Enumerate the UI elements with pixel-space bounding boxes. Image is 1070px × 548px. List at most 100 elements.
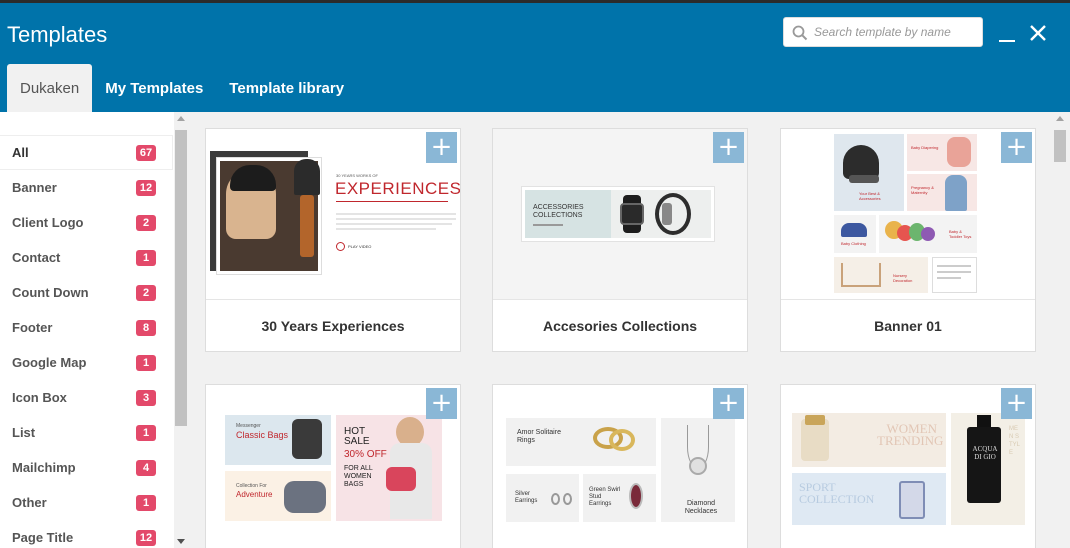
content-scrollbar[interactable] — [1052, 112, 1068, 548]
category-icon-box[interactable]: Icon Box 3 — [0, 381, 172, 414]
tab-dukaken[interactable]: Dukaken — [7, 64, 93, 112]
category-contact[interactable]: Contact 1 — [0, 241, 172, 274]
category-page-title[interactable]: Page Title 12 — [0, 521, 172, 548]
thumb-text: Adventure — [236, 490, 273, 499]
count-badge: 8 — [136, 320, 156, 336]
thumb-text: Classic Bags — [236, 430, 289, 440]
category-count-down[interactable]: Count Down 2 — [0, 276, 172, 309]
thumb-text: Baby Clothing — [841, 241, 866, 246]
category-label: List — [12, 425, 36, 440]
search-icon — [792, 25, 808, 41]
category-sidebar: All 67 Banner 12 Client Logo 2 Contact 1 Cou… — [0, 112, 174, 548]
template-card[interactable]: Messenger Classic Bags HOT SALE 30% OFF … — [205, 384, 461, 548]
thumb-text: MEN STYLE — [1009, 426, 1021, 456]
template-thumbnail: 30 YEARS WORKS OF EXPERIENCES PLAY VIDEO — [206, 129, 460, 299]
thumb-text: FOR ALL WOMEN BAGS — [344, 465, 373, 488]
template-name: Banner 01 — [781, 299, 1035, 351]
count-badge: 3 — [136, 390, 156, 406]
thumb-text: Green Swirl Stud Earrings — [589, 487, 621, 507]
tab-template-library[interactable]: Template library — [216, 64, 357, 112]
thumb-text: 30 YEARS WORKS OF — [336, 173, 378, 178]
scroll-up-icon[interactable] — [177, 116, 185, 121]
category-label: Client Logo — [12, 215, 84, 230]
modal-header: Templates Dukaken My Templates Template … — [0, 3, 1070, 112]
thumb-text: Amor Solitaire Rings — [517, 429, 561, 444]
template-thumbnail: ACCESSORIES COLLECTIONS — [493, 129, 747, 299]
category-label: Google Map — [12, 355, 87, 370]
template-thumbnail: Amor Solitaire Rings Diamond Necklaces S… — [493, 385, 747, 548]
insert-template-button[interactable]: + — [426, 388, 457, 419]
thumb-text: HOT SALE — [344, 426, 370, 447]
template-card[interactable]: WOMEN TRENDING SPORT COLLECTION ACQUA DI… — [780, 384, 1036, 548]
template-card[interactable]: Amor Solitaire Rings Diamond Necklaces S… — [492, 384, 748, 548]
scroll-up-icon[interactable] — [1056, 116, 1064, 121]
category-label: Contact — [12, 250, 61, 265]
category-banner[interactable]: Banner 12 — [0, 171, 172, 204]
tab-my-templates[interactable]: My Templates — [92, 64, 216, 112]
thumb-text: 30% OFF — [344, 449, 387, 460]
thumb-text: PLAY VIDEO — [348, 244, 372, 249]
template-thumbnail: WOMEN TRENDING SPORT COLLECTION ACQUA DI… — [781, 385, 1035, 548]
insert-template-button[interactable]: + — [426, 132, 457, 163]
category-mailchimp[interactable]: Mailchimp 4 — [0, 451, 172, 484]
category-label: Footer — [12, 320, 53, 335]
category-label: Count Down — [12, 285, 89, 300]
category-all[interactable]: All 67 — [0, 136, 172, 169]
category-list[interactable]: List 1 — [0, 416, 172, 449]
thumb-text: Baby Diapering — [911, 145, 939, 150]
count-badge: 4 — [136, 460, 156, 476]
thumb-text: Silver Earrings — [515, 491, 538, 504]
category-footer[interactable]: Footer 8 — [0, 311, 172, 344]
category-google-map[interactable]: Google Map 1 — [0, 346, 172, 379]
insert-template-button[interactable]: + — [1001, 132, 1032, 163]
template-name: Accesories Collections — [493, 299, 747, 351]
scrollbar-thumb[interactable] — [1054, 130, 1066, 162]
thumb-text: Pregnancy & Maternity — [911, 185, 934, 195]
category-label: Banner — [12, 180, 57, 195]
close-button[interactable] — [1026, 21, 1050, 45]
count-badge: 2 — [136, 215, 156, 231]
templates-modal: Templates Dukaken My Templates Template … — [0, 3, 1070, 548]
thumb-text: ACQUA DI GIO — [972, 445, 998, 461]
scrollbar-thumb[interactable] — [175, 130, 187, 426]
thumb-text: Baby & Toddler Toys — [949, 229, 972, 239]
thumb-text: Diamond Necklaces — [684, 500, 718, 515]
category-other[interactable]: Other 1 — [0, 486, 172, 519]
category-client-logo[interactable]: Client Logo 2 — [0, 206, 172, 239]
close-icon — [1030, 25, 1046, 41]
minimize-icon — [999, 40, 1015, 42]
thumb-text: Nursery Decoration — [893, 273, 913, 283]
scroll-down-icon[interactable] — [177, 539, 185, 544]
thumb-text: SPORT COLLECTION — [799, 480, 875, 506]
category-label: All — [12, 145, 29, 160]
thumb-text: Collection For — [236, 483, 267, 489]
count-badge: 1 — [136, 495, 156, 511]
thumb-text: WOMEN TRENDING — [877, 421, 944, 448]
count-badge: 67 — [136, 145, 156, 161]
insert-template-button[interactable]: + — [713, 132, 744, 163]
template-thumbnail: Your Best & Accessories Baby Diapering P… — [781, 129, 1035, 299]
category-label: Mailchimp — [12, 460, 76, 475]
template-name: 30 Years Experiences — [206, 299, 460, 351]
template-card[interactable]: ACCESSORIES COLLECTIONS + Accesories Col… — [492, 128, 748, 352]
template-card[interactable]: 30 YEARS WORKS OF EXPERIENCES PLAY VIDEO… — [205, 128, 461, 352]
insert-template-button[interactable]: + — [713, 388, 744, 419]
template-card[interactable]: Your Best & Accessories Baby Diapering P… — [780, 128, 1036, 352]
sidebar-scrollbar[interactable] — [174, 112, 188, 548]
thumb-text: Your Best & Accessories — [859, 191, 881, 201]
modal-title: Templates — [7, 22, 108, 47]
thumb-text: ACCESSORIES COLLECTIONS — [533, 204, 584, 219]
thumb-text: Messenger — [236, 423, 261, 429]
count-badge: 12 — [136, 530, 156, 546]
insert-template-button[interactable]: + — [1001, 388, 1032, 419]
category-label: Page Title — [12, 530, 74, 545]
thumb-text: EXPERIENCES — [335, 179, 460, 198]
count-badge: 1 — [136, 355, 156, 371]
count-badge: 2 — [136, 285, 156, 301]
search-box[interactable] — [783, 17, 983, 47]
count-badge: 1 — [136, 250, 156, 266]
template-thumbnail: Messenger Classic Bags HOT SALE 30% OFF … — [206, 385, 460, 548]
minimize-button[interactable] — [996, 21, 1020, 45]
search-input[interactable] — [814, 22, 974, 42]
category-label: Icon Box — [12, 390, 67, 405]
